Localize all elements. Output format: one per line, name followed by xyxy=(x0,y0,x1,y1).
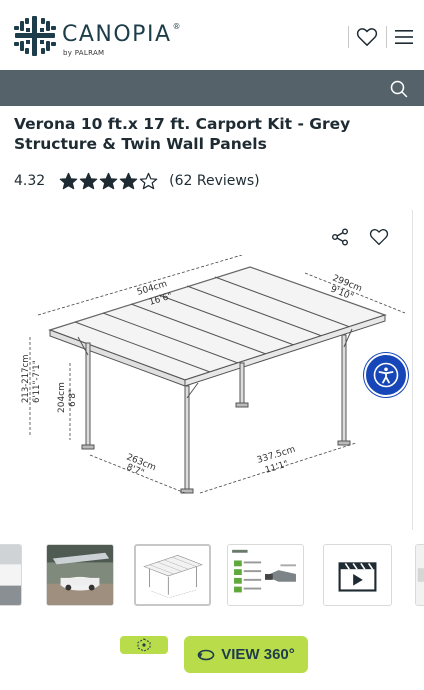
star-filled-icon xyxy=(99,172,118,190)
thumbnail-features[interactable] xyxy=(227,544,304,606)
view-360-button[interactable]: VIEW 360° xyxy=(184,636,308,673)
carport-dimension-drawing: 504cm 16'6" 299cm 9'10" 213-217cm 6'11"-… xyxy=(21,255,406,494)
thumbnail-photo[interactable] xyxy=(0,544,22,606)
dim-height-low-ft: 6'8" xyxy=(68,389,78,407)
header-divider xyxy=(348,26,349,48)
thumbnail-photo[interactable] xyxy=(46,544,114,606)
thumbnail-video[interactable] xyxy=(323,544,392,606)
product-title: Verona 10 ft.x 17 ft. Carport Kit - Grey… xyxy=(14,115,351,153)
search-bar[interactable] xyxy=(0,70,424,106)
canopia-logo-icon[interactable] xyxy=(12,14,58,58)
site-header: CANOPIA® by PALRAM xyxy=(0,0,424,70)
dim-height-low: 204cm xyxy=(57,382,67,413)
thumbnail-drawing[interactable] xyxy=(134,544,211,606)
ar-cube-icon xyxy=(137,638,151,652)
view-360-label: VIEW 360° xyxy=(221,646,295,663)
share-icon[interactable] xyxy=(331,228,349,246)
thumbnail-more[interactable] xyxy=(415,544,424,606)
rating-value: 4.32 xyxy=(14,173,46,189)
star-filled-icon xyxy=(79,172,98,190)
search-icon[interactable] xyxy=(390,80,408,98)
brand-byline: by PALRAM xyxy=(63,49,105,57)
ar-view-button[interactable] xyxy=(120,636,168,654)
dim-height-range: 213-217cm xyxy=(21,355,31,403)
reviews-link[interactable]: (62 Reviews) xyxy=(169,173,259,189)
brand-name[interactable]: CANOPIA® xyxy=(62,22,182,47)
accessibility-icon xyxy=(373,362,399,388)
favorite-heart-icon[interactable] xyxy=(369,228,389,246)
header-divider xyxy=(386,26,387,48)
dim-height-range-ft: 6'11"-7'1" xyxy=(32,360,42,403)
star-filled-icon xyxy=(59,172,78,190)
rating-row[interactable]: 4.32 (62 Reviews) xyxy=(14,171,260,191)
hamburger-menu-icon[interactable] xyxy=(395,29,413,45)
rotate-360-icon xyxy=(197,649,215,660)
thumbnail-strip xyxy=(0,544,424,612)
accessibility-button[interactable] xyxy=(364,353,408,397)
rating-stars xyxy=(59,172,159,190)
star-filled-icon xyxy=(119,172,138,190)
star-outline-icon xyxy=(139,172,158,190)
wishlist-heart-icon[interactable] xyxy=(356,27,378,47)
brand-text: CANOPIA xyxy=(62,22,172,47)
video-clapper-icon xyxy=(324,545,391,605)
brand-registered-mark: ® xyxy=(172,22,182,31)
